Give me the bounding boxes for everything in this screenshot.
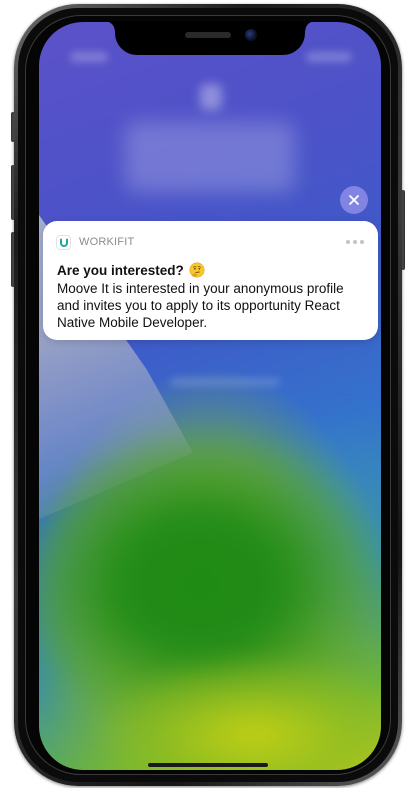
earpiece-speaker — [185, 32, 231, 38]
notification-header: WORKIFIT — [56, 234, 366, 250]
close-icon — [349, 195, 359, 205]
blurred-status-right — [306, 52, 352, 62]
front-camera-icon — [245, 29, 257, 41]
app-name: WORKIFIT — [79, 236, 135, 248]
device-mockup: WORKIFIT Are you interested? Moove It is… — [0, 0, 414, 788]
blurred-lock-icon — [200, 84, 222, 110]
blurred-status-left — [70, 52, 108, 62]
more-dots-icon[interactable] — [344, 238, 366, 246]
push-notification[interactable]: WORKIFIT Are you interested? Moove It is… — [43, 221, 378, 340]
notification-title-text: Are you interested? — [57, 262, 184, 278]
wallpaper-yellow-shape — [79, 632, 381, 770]
home-indicator[interactable] — [148, 763, 268, 767]
workifit-logo-icon — [56, 234, 71, 250]
blurred-hint-text — [170, 378, 280, 386]
close-notification-button[interactable] — [340, 186, 368, 214]
notification-title: Are you interested? — [57, 262, 205, 278]
thinking-face-icon — [189, 262, 205, 278]
notification-body: Moove It is interested in your anonymous… — [57, 281, 344, 330]
camera-notch — [105, 21, 315, 55]
blurred-clock — [125, 122, 295, 192]
